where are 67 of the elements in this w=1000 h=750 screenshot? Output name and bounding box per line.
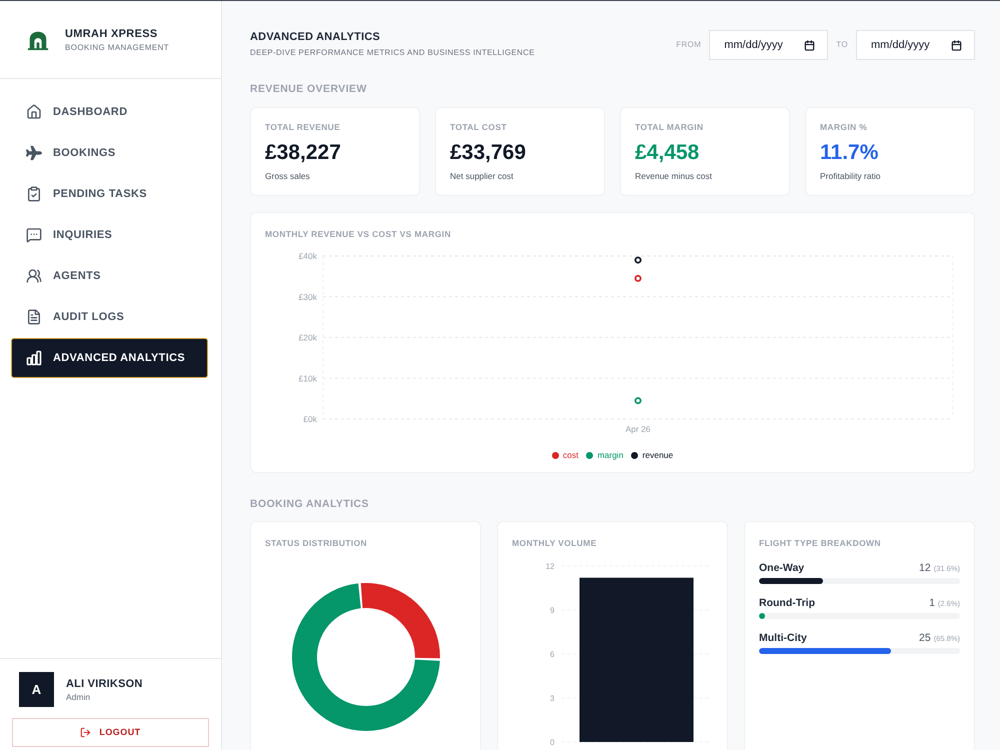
bar-chart-icon — [26, 350, 42, 366]
y-tick-label: £0k — [303, 414, 317, 424]
chart-title: STATUS DISTRIBUTION — [264, 537, 368, 549]
kpi-value: £38,227 — [265, 141, 342, 165]
legend-label: margin — [597, 449, 624, 461]
clipboard-check-icon — [26, 186, 42, 202]
date-label: TO — [836, 39, 848, 51]
chart-title: FLIGHT TYPE BREAKDOWN — [759, 537, 882, 549]
nav-item[interactable]: DASHBOARD — [11, 92, 208, 132]
nav-item[interactable]: INQUIRIES — [11, 215, 208, 255]
nav-item[interactable]: AGENTS — [11, 256, 208, 296]
home-icon — [26, 104, 42, 120]
y-tick-label: 3 — [550, 694, 554, 703]
brand-tagline: BOOKING MANAGEMENT — [65, 42, 170, 52]
legend-label: revenue — [642, 449, 674, 461]
y-tick-label: 6 — [550, 650, 554, 659]
kpi-note: Profitability ratio — [820, 171, 882, 181]
kpi-label: TOTAL COST — [450, 122, 508, 132]
chat-bubble-icon — [26, 227, 42, 243]
flight-type-label: Round-Trip — [759, 596, 815, 610]
user-role: Admin — [66, 690, 92, 702]
kpi-note: Gross sales — [265, 171, 311, 181]
chart-title: MONTHLY REVENUE VS COST VS MARGIN — [264, 228, 452, 240]
user-name: ALI VIRIKSON — [66, 676, 143, 690]
users-icon — [26, 268, 42, 284]
count-value: 1 — [929, 596, 935, 610]
kpi-value: £4,458 — [635, 141, 700, 165]
logout-icon — [80, 727, 92, 738]
flight-type-label: Multi-City — [759, 631, 807, 645]
nav-item[interactable]: ADVANCED ANALYTICS — [11, 338, 208, 378]
y-tick-label: 12 — [546, 562, 554, 571]
section-heading: BOOKING ANALYTICS — [250, 497, 370, 511]
kpi-label: TOTAL REVENUE — [265, 122, 342, 132]
brand-name: UMRAH XPRESS — [65, 26, 159, 40]
date-label: FROM — [676, 39, 702, 51]
calendar-icon — [951, 40, 962, 50]
chart-title: MONTHLY VOLUME — [511, 537, 598, 549]
avatar: A — [19, 672, 54, 707]
y-tick-label: £20k — [298, 332, 317, 342]
y-tick-label: 0 — [550, 738, 554, 747]
count-value: 12 — [919, 561, 931, 575]
nav-item[interactable]: AUDIT LOGS — [11, 297, 208, 337]
date-field[interactable]: mm/dd/yyyy — [856, 30, 975, 60]
y-tick-label: £30k — [298, 292, 317, 302]
kpi-label: TOTAL MARGIN — [635, 122, 704, 132]
date-field[interactable]: mm/dd/yyyy — [709, 30, 828, 60]
page-subtitle: DEEP-DIVE PERFORMANCE METRICS AND BUSINESS INTELLIGENCE — [250, 48, 535, 58]
flight-type-label: One-Way — [759, 561, 804, 575]
legend-label: cost — [562, 449, 578, 461]
kpi-label: MARGIN % — [820, 122, 868, 132]
kpi-value: 11.7% — [820, 141, 880, 165]
y-tick-label: 9 — [550, 606, 554, 615]
document-icon — [26, 309, 42, 325]
kpi-note: Net supplier cost — [450, 171, 514, 181]
y-tick-label: £40k — [298, 251, 317, 261]
page-title: ADVANCED ANALYTICS — [250, 30, 382, 44]
nav-item[interactable]: BOOKINGS — [11, 133, 208, 173]
kpi-note: Revenue minus cost — [635, 171, 714, 181]
count-value: 25 — [919, 631, 931, 645]
calendar-icon — [804, 40, 816, 50]
logout-button[interactable]: LOGOUT — [12, 718, 209, 747]
nav-item[interactable]: PENDING TASKS — [11, 174, 208, 214]
y-tick-label: £10k — [298, 373, 317, 384]
kpi-value: £33,769 — [450, 141, 527, 165]
section-heading: REVENUE OVERVIEW — [250, 82, 368, 96]
x-tick-label: Apr 26 — [625, 424, 651, 434]
plane-icon — [26, 145, 42, 161]
